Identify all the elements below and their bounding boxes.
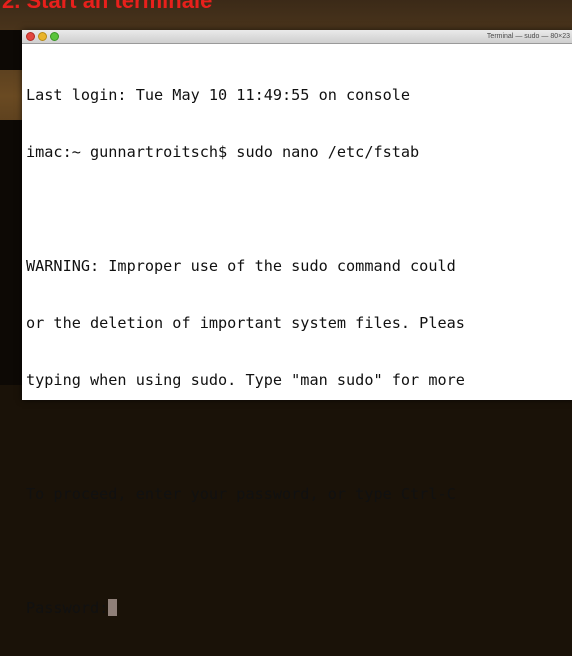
caption-title: 2. Start an terminale	[2, 0, 213, 13]
zoom-button[interactable]	[50, 32, 59, 41]
tree-silhouette	[0, 30, 22, 70]
tree-silhouette	[0, 120, 22, 385]
password-prompt: Password:	[26, 599, 109, 617]
terminal-line: To proceed, enter your password, or type…	[26, 485, 456, 503]
minimize-button[interactable]	[38, 32, 47, 41]
terminal-output[interactable]: Last login: Tue May 10 11:49:55 on conso…	[22, 44, 572, 656]
text-cursor	[108, 599, 118, 616]
password-prompt-line[interactable]: Password:	[26, 599, 572, 618]
close-button[interactable]	[26, 32, 35, 41]
terminal-line: imac:~ gunnartroitsch$ sudo nano /etc/fs…	[26, 143, 420, 161]
terminal-line: typing when using sudo. Type "man sudo" …	[26, 371, 465, 389]
terminal-line: or the deletion of important system file…	[26, 314, 465, 332]
terminal-window: Terminal — sudo — 80×23 Last login: Tue …	[22, 30, 572, 617]
window-title: Terminal — sudo — 80×23	[486, 33, 570, 40]
terminal-line: WARNING: Improper use of the sudo comman…	[26, 257, 456, 275]
title-bar[interactable]: Terminal — sudo — 80×23	[22, 30, 572, 44]
terminal-line: Last login: Tue May 10 11:49:55 on conso…	[26, 86, 411, 104]
